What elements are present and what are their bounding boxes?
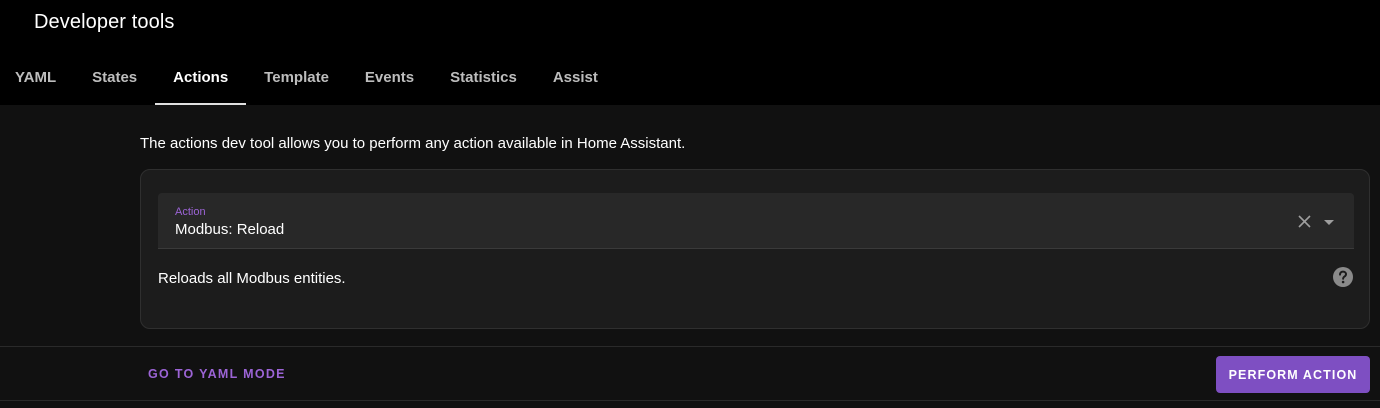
- help-circle-icon[interactable]: [1332, 266, 1354, 288]
- tab-label: Actions: [173, 69, 229, 86]
- tab-bar: YAML States Actions Template Events Stat…: [0, 50, 616, 105]
- go-to-yaml-mode-button[interactable]: GO TO YAML MODE: [138, 356, 296, 392]
- tab-label: Template: [264, 69, 329, 86]
- page-title: Developer tools: [34, 11, 175, 33]
- tab-template[interactable]: Template: [246, 50, 347, 105]
- tab-actions[interactable]: Actions: [155, 50, 247, 105]
- tab-events[interactable]: Events: [347, 50, 432, 105]
- tab-statistics[interactable]: Statistics: [432, 50, 535, 105]
- close-icon[interactable]: [1297, 214, 1312, 229]
- tab-label: Statistics: [450, 69, 517, 86]
- action-field-label: Action: [175, 206, 206, 218]
- top-bar: Developer tools YAML States Actions Temp…: [0, 0, 1380, 105]
- tab-label: Assist: [552, 69, 598, 86]
- action-field-value[interactable]: Modbus: Reload: [175, 221, 284, 238]
- developer-tools-app: Developer tools YAML States Actions Temp…: [0, 0, 1380, 408]
- page-description: The actions dev tool allows you to perfo…: [140, 135, 686, 152]
- perform-action-button[interactable]: PERFORM ACTION: [1216, 356, 1370, 393]
- tab-assist[interactable]: Assist: [535, 50, 616, 105]
- action-select-field[interactable]: Action Modbus: Reload: [158, 193, 1354, 249]
- action-description: Reloads all Modbus entities.: [158, 270, 346, 287]
- action-card: Action Modbus: Reload Reloads all Modbus…: [140, 169, 1370, 329]
- caret-down-icon[interactable]: [1322, 217, 1336, 227]
- card-actions-footer: GO TO YAML MODE PERFORM ACTION: [0, 346, 1380, 401]
- tab-states[interactable]: States: [74, 50, 155, 105]
- tab-label: Events: [364, 69, 415, 86]
- tab-label: YAML: [15, 69, 57, 86]
- tab-label: States: [92, 69, 138, 86]
- tab-yaml[interactable]: YAML: [0, 50, 74, 105]
